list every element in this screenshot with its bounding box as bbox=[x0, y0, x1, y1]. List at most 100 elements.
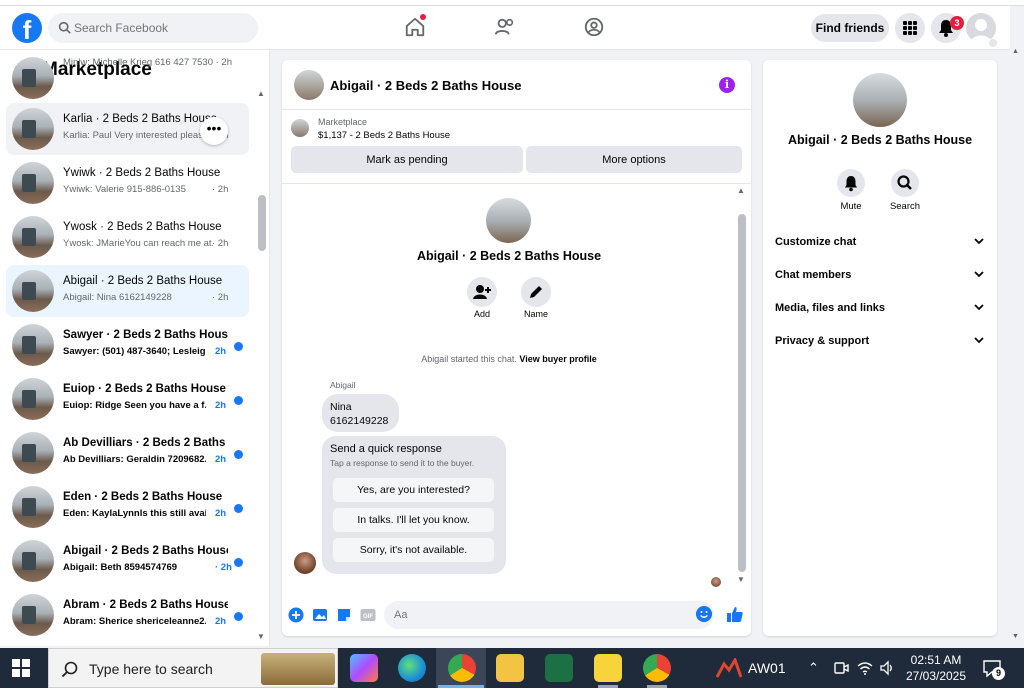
view-buyer-profile-link[interactable]: View buyer profile bbox=[519, 354, 596, 364]
message-input[interactable] bbox=[384, 601, 714, 629]
listing-thumbnail bbox=[12, 162, 54, 204]
menu-grid-button[interactable] bbox=[895, 13, 925, 43]
home-icon[interactable] bbox=[404, 14, 428, 40]
excel-icon[interactable] bbox=[545, 654, 573, 682]
list-item[interactable]: Minlw: Michelle Krieg 616 427 7530 · 2h bbox=[6, 52, 249, 104]
list-item[interactable]: Eden · 2 Beds 2 Baths House Eden: KaylaLy… bbox=[6, 481, 249, 533]
file-explorer-icon[interactable] bbox=[496, 654, 524, 682]
windows-start-icon[interactable] bbox=[12, 659, 30, 677]
thumbs-up-icon[interactable] bbox=[726, 605, 744, 623]
sidebar-scroll-up[interactable]: ▲ bbox=[257, 89, 265, 98]
quick-response-subtitle: Tap a response to send it to the buyer. bbox=[330, 458, 475, 468]
sidebar-scrollbar[interactable] bbox=[258, 195, 266, 251]
sticker-icon[interactable] bbox=[336, 607, 352, 623]
conversation-time: 2h bbox=[215, 400, 227, 411]
seen-indicator-avatar bbox=[711, 577, 721, 587]
conversation-title: Abram · 2 Beds 2 Baths House bbox=[63, 599, 228, 611]
conversation-time: 2h bbox=[215, 346, 227, 357]
mute-label: Mute bbox=[840, 201, 862, 212]
meet-icon[interactable] bbox=[833, 660, 849, 676]
customize-chat-section[interactable]: Customize chat bbox=[775, 230, 985, 256]
quick-response-option[interactable]: Sorry, it's not available. bbox=[333, 538, 494, 562]
list-item[interactable]: Abigail · 2 Beds 2 Baths House Abigail: N… bbox=[6, 265, 249, 317]
chat-title[interactable]: Abigail · 2 Beds 2 Baths House bbox=[330, 78, 521, 93]
sender-name: Abigail bbox=[330, 380, 356, 390]
privacy-support-section[interactable]: Privacy & support bbox=[775, 329, 985, 355]
gif-icon[interactable]: GIF bbox=[360, 607, 376, 623]
details-avatar[interactable] bbox=[853, 73, 907, 127]
listing-price[interactable]: $1,137 - 2 Beds 2 Baths House bbox=[318, 130, 450, 141]
page-scroll-up[interactable]: ▲ bbox=[1012, 48, 1019, 55]
add-button[interactable] bbox=[467, 277, 497, 307]
copilot-icon[interactable] bbox=[350, 654, 378, 682]
chat-scroll-up[interactable]: ▲ bbox=[737, 186, 745, 195]
message-bubble[interactable]: Nina 6162149228 bbox=[322, 394, 399, 432]
quick-response-option[interactable]: Yes, are you interested? bbox=[333, 478, 494, 502]
volume-icon[interactable] bbox=[879, 660, 895, 676]
list-item[interactable]: Sawyer · 2 Beds 2 Baths House Sawyer: (50… bbox=[6, 319, 249, 371]
conversation-title: Eden · 2 Beds 2 Baths House bbox=[63, 491, 223, 503]
facebook-logo[interactable]: f bbox=[12, 13, 42, 43]
tray-app-icon[interactable] bbox=[716, 658, 742, 678]
list-item[interactable]: Ywosk · 2 Beds 2 Baths House Ywosk: JMari… bbox=[6, 211, 249, 263]
listing-thumbnail bbox=[12, 108, 54, 150]
conversation-time: 2h bbox=[215, 616, 227, 627]
notification-count-badge: 9 bbox=[992, 667, 1005, 680]
search-label: Search bbox=[889, 201, 921, 212]
profile-avatar[interactable] bbox=[486, 198, 531, 243]
plus-circle-icon[interactable] bbox=[288, 607, 304, 623]
conversation-snippet: Abigail: Beth 8594574769 bbox=[63, 562, 178, 573]
list-item[interactable]: Ywiwk · 2 Beds 2 Baths House Ywiwk: Valer… bbox=[6, 157, 249, 209]
conversation-time: · 2h bbox=[212, 238, 229, 249]
chat-avatar[interactable] bbox=[294, 70, 324, 100]
conversation-snippet: Ab Devilliars: Geraldin 7209682... bbox=[63, 454, 206, 465]
search-input[interactable] bbox=[74, 13, 252, 43]
search-chat-button[interactable] bbox=[891, 169, 919, 197]
name-button[interactable] bbox=[521, 277, 551, 307]
chat-details-panel: Abigail · 2 Beds 2 Baths House Mute Sear… bbox=[763, 60, 997, 636]
taskbar-clock[interactable]: 02:51 AM 27/03/2025 bbox=[905, 652, 967, 684]
quick-response-title: Send a quick response bbox=[330, 443, 442, 455]
list-item[interactable]: Karlia · 2 Beds 2 Baths House Karlia: Pau… bbox=[6, 103, 249, 155]
chat-scroll-down[interactable]: ▼ bbox=[737, 575, 745, 584]
info-icon[interactable]: i bbox=[719, 77, 735, 93]
conversation-title: Ab Devilliars · 2 Beds 2 Baths ... bbox=[63, 437, 228, 449]
chat-scrollbar[interactable] bbox=[738, 214, 746, 572]
chat-started-text: Abigail started this chat. View buyer pr… bbox=[282, 354, 736, 364]
taskbar-search[interactable]: Type here to search bbox=[48, 648, 338, 688]
find-friends-button[interactable]: Find friends bbox=[811, 14, 889, 42]
emoji-icon[interactable] bbox=[696, 606, 712, 622]
quick-response-option[interactable]: In talks. I'll let you know. bbox=[333, 508, 494, 532]
unread-dot bbox=[234, 558, 243, 567]
media-files-links-section[interactable]: Media, files and links bbox=[775, 296, 985, 322]
details-name: Abigail · 2 Beds 2 Baths House bbox=[787, 133, 973, 147]
page-scroll-down[interactable]: ▼ bbox=[1012, 633, 1019, 640]
mark-as-pending-button[interactable]: Mark as pending bbox=[291, 146, 523, 173]
taskbar-search-text: Type here to search bbox=[89, 661, 213, 677]
sidebar-scroll-down[interactable]: ▼ bbox=[257, 632, 265, 641]
chrome-profile-icon[interactable] bbox=[643, 654, 671, 682]
more-options-icon[interactable]: ••• bbox=[200, 117, 228, 145]
photo-icon[interactable] bbox=[312, 607, 328, 623]
edge-icon[interactable] bbox=[398, 654, 426, 682]
chevron-up-icon[interactable]: ⌃ bbox=[808, 660, 819, 676]
started-label: Abigail started this chat. bbox=[421, 354, 517, 364]
wifi-icon[interactable] bbox=[857, 660, 873, 676]
tray-app-label[interactable]: AW01 bbox=[748, 660, 786, 676]
list-item[interactable]: Ab Devilliars · 2 Beds 2 Baths ... Ab Dev… bbox=[6, 427, 249, 479]
list-item[interactable]: Euiop · 2 Beds 2 Baths House Euiop: Ridge… bbox=[6, 373, 249, 425]
chrome-icon[interactable] bbox=[448, 654, 476, 682]
friends-icon[interactable] bbox=[494, 16, 518, 40]
listing-thumbnail bbox=[12, 216, 54, 258]
chat-members-section[interactable]: Chat members bbox=[775, 263, 985, 289]
search-icon bbox=[58, 21, 71, 34]
list-item[interactable]: Abigail · 2 Beds 2 Baths House Abigail: B… bbox=[6, 535, 249, 587]
list-item[interactable]: Abram · 2 Beds 2 Baths House Abram: Sheri… bbox=[6, 589, 249, 641]
account-chevron-icon[interactable] bbox=[988, 38, 998, 48]
sticky-notes-icon[interactable] bbox=[594, 654, 622, 682]
search-box[interactable] bbox=[48, 13, 258, 43]
groups-icon[interactable] bbox=[583, 16, 607, 40]
more-options-button[interactable]: More options bbox=[526, 146, 742, 173]
mute-button[interactable] bbox=[837, 169, 865, 197]
unread-dot bbox=[234, 504, 243, 513]
